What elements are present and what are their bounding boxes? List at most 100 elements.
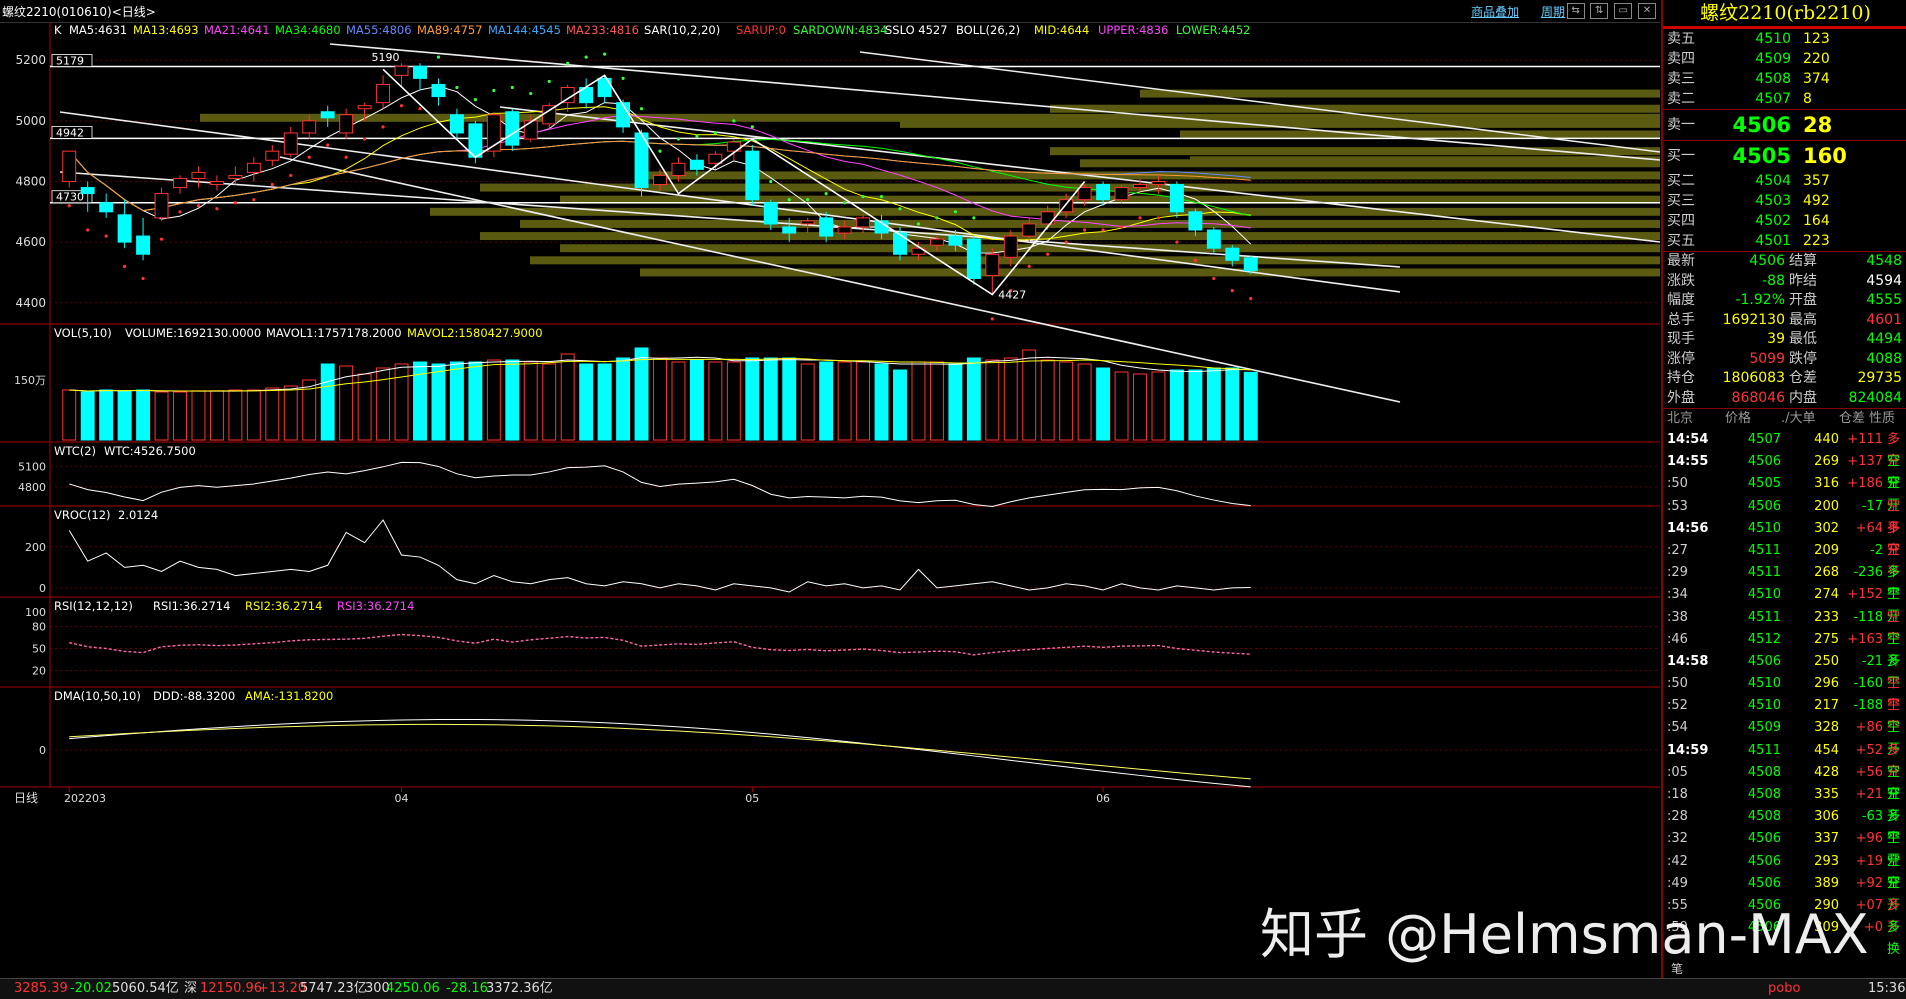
candle-body <box>62 150 77 182</box>
ask1-row[interactable]: 卖一 4506 28 <box>1663 109 1906 140</box>
sar-dot <box>1175 240 1179 244</box>
sar-dot <box>1138 216 1142 220</box>
sar-dot <box>861 195 865 199</box>
level-price: 4510 <box>1755 31 1791 47</box>
tick-row[interactable]: :54 4509 328 +86 空开 <box>1663 717 1906 757</box>
tick-row[interactable]: :05 4508 428 +56 空开 <box>1663 762 1906 802</box>
stat-value: 1806083 <box>1722 370 1785 386</box>
bid-level-row[interactable]: 买三 4503 492 <box>1663 191 1906 211</box>
tick-price: 4510 <box>1747 520 1781 536</box>
tick-row[interactable]: 14:54 4507 440 +111 多开 <box>1663 429 1906 469</box>
tick-row[interactable]: :34 4510 274 +152 空开 <box>1663 584 1906 624</box>
volume-bar <box>560 353 575 441</box>
volume-bar <box>800 363 815 441</box>
candle-body <box>1169 184 1184 213</box>
ask-level-row[interactable]: 卖三 4508 374 <box>1663 69 1906 89</box>
stat-label: 现手 <box>1667 331 1695 347</box>
sar-dot <box>621 76 625 80</box>
tick-oi-change: +86 <box>1855 720 1883 736</box>
tick-row[interactable]: 14:58 4506 250 -21 多平 <box>1663 651 1906 691</box>
tick-row[interactable]: :32 4506 337 +96 空开 <box>1663 828 1906 868</box>
volume-bar <box>505 359 520 441</box>
candle-body <box>1114 187 1129 201</box>
tick-oi-change: -236 <box>1853 565 1883 581</box>
candle-body <box>1003 235 1018 258</box>
close-icon[interactable]: ✕ <box>1638 3 1656 19</box>
tick-row[interactable]: :52 4510 217 -188 空平 <box>1663 695 1906 735</box>
tick-oi-change: -63 <box>1861 809 1883 825</box>
tick-oi-change: -21 <box>1861 653 1883 669</box>
sar-dot <box>233 201 237 205</box>
tick-row[interactable]: :27 4511 209 -2 空平 <box>1663 540 1906 580</box>
candle-body <box>1243 257 1258 272</box>
sar-dot <box>916 222 921 226</box>
tick-row[interactable]: 14:59 4511 454 +52 多开 <box>1663 740 1906 780</box>
tick-volume: 337 <box>1814 831 1839 847</box>
contract-name: 螺纹2210(rb2210) <box>1663 0 1906 29</box>
legend-item: MID:4644 <box>1034 23 1089 37</box>
tick-row[interactable]: :50 4510 296 -160 空平 <box>1663 673 1906 713</box>
bid-level-row[interactable]: 买五 4501 223 <box>1663 231 1906 251</box>
stat-row: 外盘 868046 内盘 824084 <box>1663 389 1906 409</box>
overlay-link[interactable]: 商品叠加 <box>1471 5 1519 19</box>
tick-row[interactable]: :29 4511 268 -236 多平 <box>1663 562 1906 602</box>
tick-table-header: 北京 价格 ./大单 仓差 性质 <box>1663 408 1906 429</box>
swap-icon[interactable]: ⇆ <box>1566 3 1585 19</box>
ask-level-row[interactable]: 卖二 4507 8 <box>1663 89 1906 109</box>
tick-row[interactable]: 14:55 4506 269 +137 空开 <box>1663 451 1906 491</box>
stat-value: 4594 <box>1866 272 1902 289</box>
ask-level-row[interactable]: 卖四 4509 220 <box>1663 49 1906 69</box>
bid-level-row[interactable]: 买二 4504 357 <box>1663 171 1906 191</box>
volume-bar <box>579 363 594 441</box>
tick-time: :46 <box>1667 631 1688 647</box>
bid-level-row[interactable]: 买四 4502 164 <box>1663 211 1906 231</box>
sar-dot <box>1230 289 1234 293</box>
ask-level-row[interactable]: 卖五 4510 123 <box>1663 29 1906 49</box>
chart-area[interactable]: K MA5:4631 MA13:4693 MA21:4641 MA34:4680 MA55… <box>0 22 1660 978</box>
tick-row[interactable]: :38 4511 233 -118 空平 <box>1663 607 1906 647</box>
title-bar: 螺纹2210(010610)<日线> 商品叠加 周期 ⇆ ⇅ ▭ ✕ <box>0 0 1660 23</box>
period-link[interactable]: 周期 <box>1541 5 1565 19</box>
tick-row[interactable]: :18 4508 335 +21 空开 <box>1663 784 1906 824</box>
y-tick-label: 20 <box>32 664 46 677</box>
legend-item: SARUP:0 <box>736 23 786 37</box>
ask1-volume: 28 <box>1803 113 1833 137</box>
sort-icon[interactable]: ⇅ <box>1590 3 1609 19</box>
tick-oi-change: -17 <box>1861 498 1883 514</box>
bid1-row[interactable]: 买一 4505 160 <box>1663 140 1906 171</box>
tick-row[interactable]: :46 4512 275 +163 空开 <box>1663 629 1906 669</box>
volume-bar <box>320 363 335 441</box>
candle-body <box>505 111 520 146</box>
status-value: 深 <box>184 981 198 996</box>
tick-row[interactable]: :53 4506 200 -17 空平 <box>1663 496 1906 536</box>
stat-row: 涨跌 -88 昨结 4594 <box>1663 272 1906 292</box>
level-label: 买三 <box>1667 193 1695 209</box>
tick-oi-change: +52 <box>1855 742 1883 758</box>
legend-item: RSI2:36.2714 <box>245 599 322 613</box>
volume-bar <box>1040 359 1055 441</box>
volume-bar <box>1188 369 1203 441</box>
volume-bar <box>99 389 114 441</box>
sar-dot <box>123 264 127 268</box>
maximize-icon[interactable]: ▭ <box>1614 3 1633 19</box>
candle-body <box>413 65 427 79</box>
candle-body <box>99 202 114 213</box>
candle-body <box>763 202 778 225</box>
legend-item: RSI1:36.2714 <box>153 599 230 613</box>
legend-item: MAVOL2:1580427.9000 <box>407 326 543 340</box>
tick-row[interactable]: 14:56 4510 302 +64 多开 <box>1663 518 1906 558</box>
level-label: 5179 <box>56 55 84 68</box>
candle-body <box>302 120 317 134</box>
volume-bar <box>597 363 612 441</box>
candle-body <box>228 174 243 179</box>
sar-dot <box>363 137 367 141</box>
tick-row[interactable]: :50 4505 316 +186 空开 <box>1663 473 1906 513</box>
tick-time: :54 <box>1667 720 1688 736</box>
tick-time: :53 <box>1667 498 1688 514</box>
tick-row[interactable]: :42 4506 293 +19 空开 <box>1663 851 1906 891</box>
tick-oi-change: -160 <box>1853 676 1883 692</box>
sar-dot <box>658 149 662 153</box>
tick-table[interactable]: 14:54 4507 440 +111 多开 14:55 4506 269 +13… <box>1663 429 1906 957</box>
volume-bar <box>486 359 501 441</box>
tick-row[interactable]: :28 4508 306 -63 多平 <box>1663 806 1906 846</box>
